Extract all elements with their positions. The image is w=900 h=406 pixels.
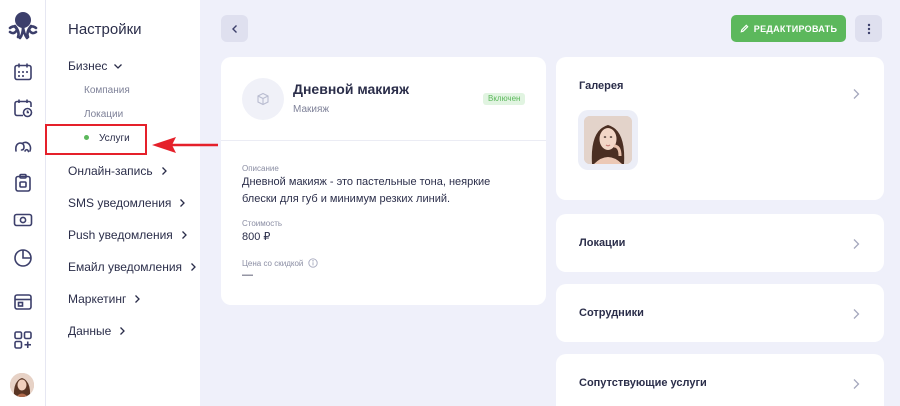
- cash-icon[interactable]: [13, 210, 33, 230]
- settings-sidebar: Настройки Бизнес Компания Локации Услуги…: [46, 0, 200, 406]
- pie-chart-icon[interactable]: [13, 248, 33, 268]
- chevron-left-icon: [231, 24, 237, 33]
- status-badge: Включен: [483, 93, 526, 105]
- service-details-card: Дневной макияж Макияж Включен Описание Д…: [221, 57, 546, 305]
- chevron-right-icon: [135, 295, 141, 303]
- locations-title: Локации: [579, 237, 626, 249]
- calendar-icon[interactable]: [13, 62, 33, 82]
- service-name: Дневной макияж: [293, 81, 409, 97]
- nav-business-label: Бизнес: [68, 59, 108, 73]
- gallery-thumbnail[interactable]: [578, 110, 638, 170]
- chevron-down-icon: [114, 64, 123, 69]
- nav-push-label: Push уведомления: [68, 228, 173, 242]
- nav-data[interactable]: Данные: [68, 324, 127, 338]
- edit-button[interactable]: РЕДАКТИРОВАТЬ: [731, 15, 846, 42]
- chevron-right-icon: [853, 89, 860, 99]
- icon-rail: [0, 0, 46, 406]
- nav-email[interactable]: Емайл уведомления: [68, 260, 198, 274]
- more-options-button[interactable]: [855, 15, 882, 42]
- highlight-box-annotation: [45, 124, 147, 155]
- nav-sms[interactable]: SMS уведомления: [68, 196, 187, 210]
- discount-value: —: [242, 269, 253, 281]
- chevron-right-icon: [191, 263, 196, 271]
- nav-marketing-label: Маркетинг: [68, 292, 127, 306]
- nav-email-label: Емайл уведомления: [68, 260, 183, 274]
- octopus-logo-icon[interactable]: [6, 10, 40, 40]
- locations-card[interactable]: Локации: [556, 214, 884, 272]
- nav-online-booking-label: Онлайн-запись: [68, 164, 153, 178]
- nav-business[interactable]: Бизнес: [68, 59, 123, 73]
- description-label-text: Описание: [242, 164, 279, 173]
- nav-sub-company[interactable]: Компания: [84, 85, 130, 96]
- price-label-text: Стоимость: [242, 219, 283, 228]
- avatar-portrait-icon: [10, 373, 34, 397]
- clipboard-icon[interactable]: [13, 173, 33, 193]
- nav-online-booking[interactable]: Онлайн-запись: [68, 164, 169, 178]
- price-label: Стоимость: [242, 219, 282, 228]
- chevron-right-icon: [120, 327, 126, 335]
- window-layout-icon[interactable]: [13, 292, 33, 312]
- gallery-card[interactable]: Галерея: [556, 57, 884, 200]
- nav-data-label: Данные: [68, 324, 112, 338]
- apps-add-icon[interactable]: [13, 330, 33, 350]
- pencil-icon: [740, 24, 749, 33]
- related-services-title: Сопутствующие услуги: [579, 377, 707, 389]
- main-content: РЕДАКТИРОВАТЬ Дневной макияж Макияж Вклю…: [200, 0, 900, 406]
- user-avatar[interactable]: [10, 373, 34, 397]
- chevron-right-icon: [853, 309, 860, 319]
- nav-marketing[interactable]: Маркетинг: [68, 292, 142, 306]
- chevron-right-icon: [161, 167, 167, 175]
- portrait-image-icon: [584, 116, 632, 164]
- service-avatar: [242, 78, 284, 120]
- clients-icon[interactable]: [13, 136, 33, 156]
- chevron-right-icon: [180, 199, 186, 207]
- nav-sub-locations[interactable]: Локации: [84, 109, 123, 120]
- chevron-right-icon: [853, 239, 860, 249]
- gallery-title: Галерея: [579, 80, 624, 92]
- back-button[interactable]: [221, 15, 248, 42]
- description-label: Описание: [242, 164, 279, 173]
- price-value: 800 ₽: [242, 231, 271, 243]
- staff-title: Сотрудники: [579, 307, 644, 319]
- chevron-right-icon: [853, 379, 860, 389]
- nav-sms-label: SMS уведомления: [68, 196, 172, 210]
- description-value: Дневной макияж - это пастельные тона, не…: [242, 176, 491, 205]
- edit-button-label: РЕДАКТИРОВАТЬ: [753, 23, 838, 34]
- nav-push[interactable]: Push уведомления: [68, 228, 189, 242]
- cube-icon: [257, 92, 269, 106]
- service-header: Дневной макияж Макияж Включен: [221, 57, 546, 141]
- related-services-card[interactable]: Сопутствующие услуги: [556, 354, 884, 406]
- more-vertical-icon: [867, 23, 870, 34]
- service-category: Макияж: [293, 104, 330, 115]
- settings-title: Настройки: [68, 21, 142, 38]
- staff-card[interactable]: Сотрудники: [556, 284, 884, 342]
- chevron-right-icon: [181, 231, 187, 239]
- calendar-clock-icon[interactable]: [13, 98, 33, 118]
